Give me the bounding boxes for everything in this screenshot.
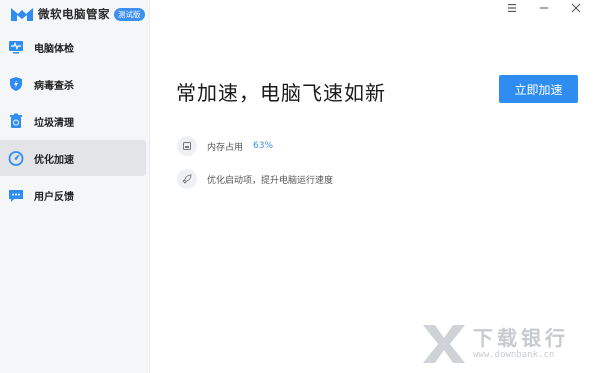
speedometer-icon [8, 150, 24, 166]
app-logo-icon [11, 8, 33, 21]
close-icon[interactable] [566, 1, 586, 15]
memory-usage-value: 63% [253, 141, 274, 151]
brand: 微软电脑管家 测试版 [10, 4, 145, 24]
page-title: 常加速，电脑飞速如新 [176, 81, 386, 105]
startup-optimize-label: 优化启动项，提升电脑运行速度 [207, 175, 334, 186]
heartbeat-monitor-icon [8, 39, 24, 55]
sidebar: 微软电脑管家 测试版 电脑体检 病毒查杀 垃圾清理 优化加速 用户反馈 [0, 0, 150, 373]
sidebar-item-cleanup[interactable]: 垃圾清理 [0, 103, 150, 139]
app-name: 微软电脑管家 [38, 7, 110, 21]
sidebar-item-antivirus[interactable]: 病毒查杀 [0, 66, 150, 102]
recycle-bin-icon [8, 113, 24, 129]
memory-usage-label: 内存占用 [207, 142, 244, 153]
boost-now-button[interactable]: 立即加速 [499, 75, 578, 103]
sidebar-item-label: 病毒查杀 [34, 80, 74, 92]
watermark-title: 下载银行 [473, 326, 569, 350]
watermark: 下载银行 www.downbank.cn [421, 323, 569, 365]
rocket-icon [177, 169, 197, 189]
watermark-logo-icon [423, 325, 465, 363]
minimize-icon[interactable] [534, 1, 554, 15]
sidebar-item-label: 电脑体检 [34, 43, 74, 55]
shield-bolt-icon [8, 76, 24, 92]
startup-optimize-row: 优化启动项，提升电脑运行速度 [177, 169, 333, 189]
sidebar-item-optimize[interactable]: 优化加速 [0, 140, 146, 176]
sidebar-item-label: 优化加速 [34, 154, 74, 166]
window-controls [490, 0, 586, 16]
chat-bubble-icon [8, 187, 24, 203]
sidebar-item-label: 用户反馈 [34, 191, 74, 203]
beta-badge: 测试版 [114, 7, 145, 21]
sidebar-item-feedback[interactable]: 用户反馈 [0, 177, 150, 213]
menu-icon[interactable] [502, 1, 522, 15]
memory-chip-icon [177, 136, 197, 156]
sidebar-nav: 电脑体检 病毒查杀 垃圾清理 优化加速 用户反馈 [0, 29, 150, 214]
sidebar-item-label: 垃圾清理 [34, 117, 74, 129]
memory-usage-row: 内存占用 63% [177, 136, 273, 156]
sidebar-item-checkup[interactable]: 电脑体检 [0, 29, 150, 65]
watermark-url: www.downbank.cn [473, 350, 555, 360]
